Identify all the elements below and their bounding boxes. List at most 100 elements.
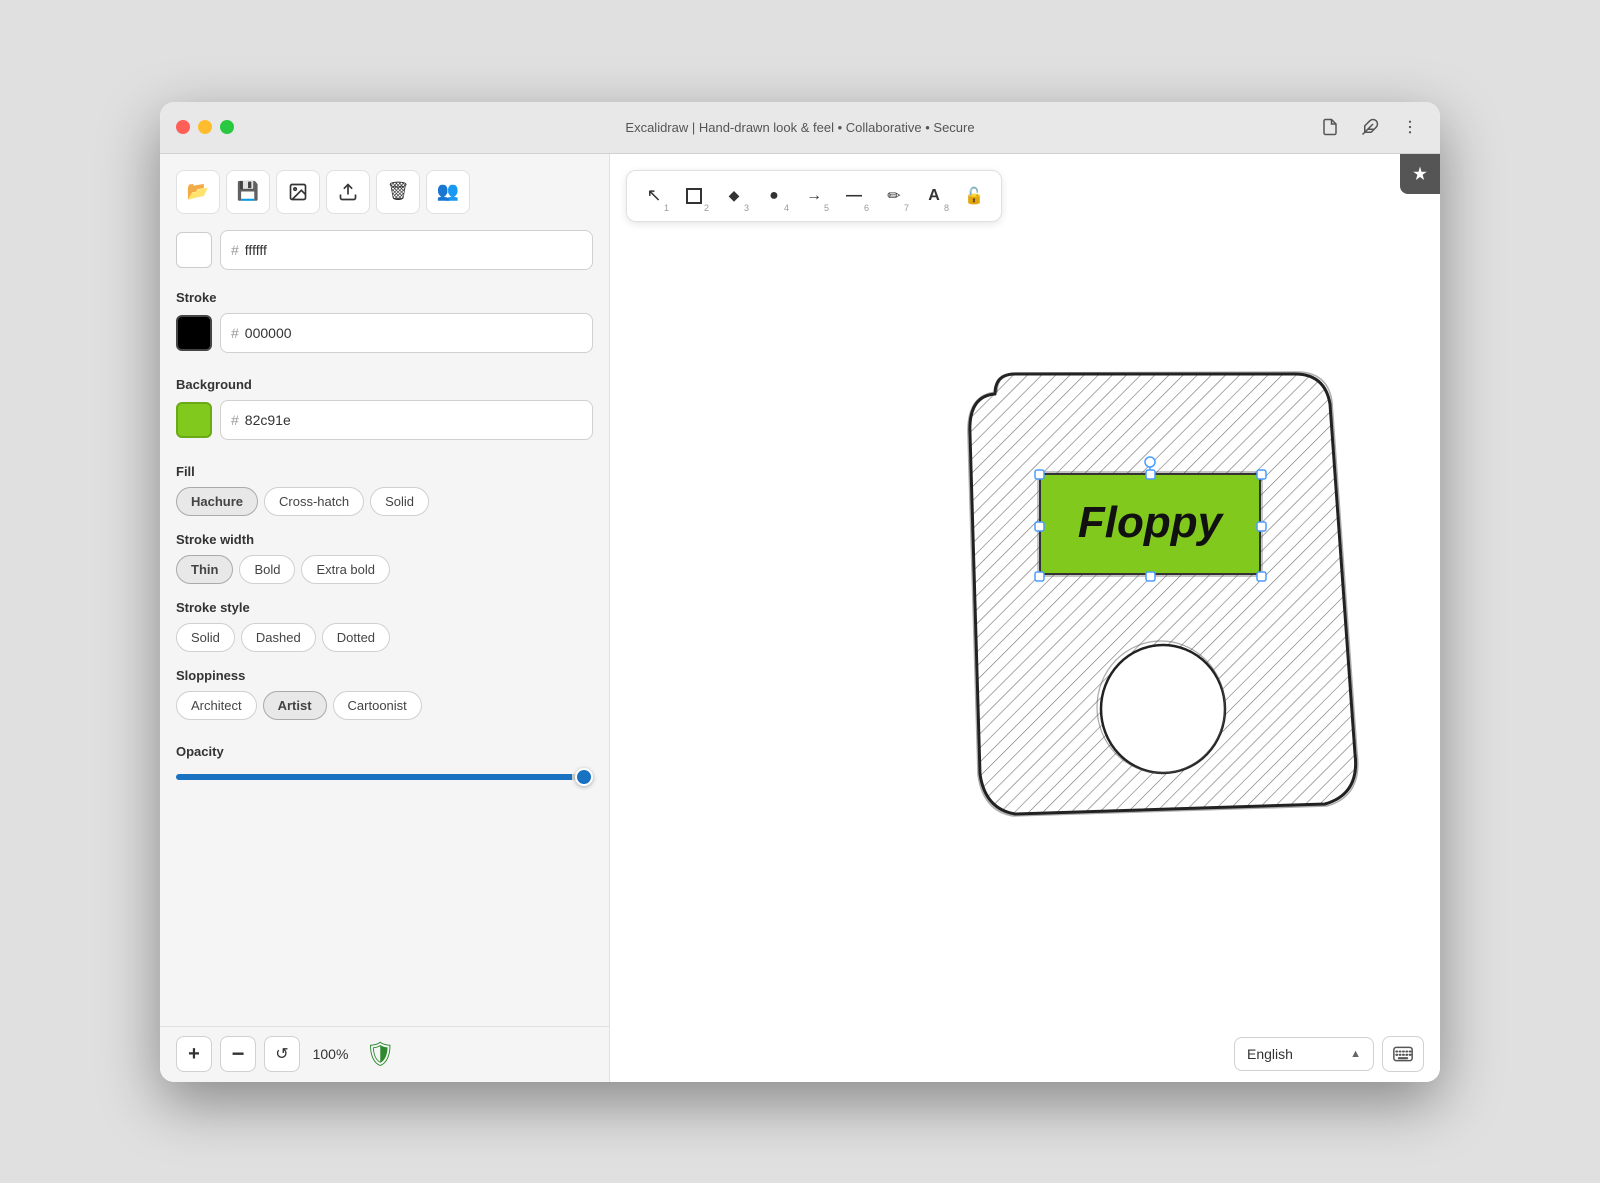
- zoom-level: 100%: [308, 1046, 353, 1062]
- language-label: English: [1247, 1046, 1293, 1062]
- stroke-style-section: Stroke style Solid Dashed Dotted: [176, 600, 593, 652]
- stroke-style-label: Stroke style: [176, 600, 593, 615]
- hex-input-group: #: [220, 230, 593, 270]
- opacity-section: Opacity: [176, 744, 593, 785]
- stroke-width-section: Stroke width Thin Bold Extra bold: [176, 532, 593, 584]
- stroke-dashed-button[interactable]: Dashed: [241, 623, 316, 652]
- close-button[interactable]: [176, 120, 190, 134]
- puzzle-icon[interactable]: [1356, 113, 1384, 141]
- sloppiness-cartoonist-button[interactable]: Cartoonist: [333, 691, 422, 720]
- stroke-label: Stroke: [176, 290, 593, 305]
- select-tool[interactable]: ↖ 1: [635, 177, 673, 215]
- hash-symbol: #: [231, 242, 239, 258]
- chevron-up-icon: ▲: [1350, 1048, 1361, 1060]
- document-icon[interactable]: [1316, 113, 1344, 141]
- corner-pin[interactable]: [1400, 154, 1440, 194]
- stroke-solid-button[interactable]: Solid: [176, 623, 235, 652]
- tool-number-2: 2: [704, 203, 709, 213]
- fill-options: Hachure Cross-hatch Solid: [176, 487, 593, 516]
- background-label: Background: [176, 377, 593, 392]
- stroke-row: #: [176, 313, 593, 353]
- tool-number-1: 1: [664, 203, 669, 213]
- window-title: Excalidraw | Hand-drawn look & feel • Co…: [625, 120, 974, 135]
- stroke-bold-button[interactable]: Bold: [239, 555, 295, 584]
- fill-solid-button[interactable]: Solid: [370, 487, 429, 516]
- stroke-extra-bold-button[interactable]: Extra bold: [301, 555, 390, 584]
- fill-cross-hatch-button[interactable]: Cross-hatch: [264, 487, 364, 516]
- sidebar-bottom-bar: + − ↺ 100% 🛡: [160, 1026, 609, 1082]
- bg-color-swatch-large[interactable]: [176, 402, 212, 438]
- titlebar: Excalidraw | Hand-drawn look & feel • Co…: [160, 102, 1440, 154]
- sloppiness-architect-button[interactable]: Architect: [176, 691, 257, 720]
- keyboard-button[interactable]: [1382, 1036, 1424, 1072]
- bg-color-swatch[interactable]: [176, 232, 212, 268]
- bg-hex-input[interactable]: [245, 412, 582, 428]
- color-input-row: #: [176, 230, 593, 270]
- background-section: Background #: [176, 377, 593, 448]
- canvas-bottom-bar: English ▲: [610, 1026, 1440, 1082]
- tool-number-7: 7: [904, 203, 909, 213]
- hex-input[interactable]: [245, 242, 582, 258]
- tool-number-5: 5: [824, 203, 829, 213]
- svg-text:Floppy: Floppy: [1078, 498, 1225, 547]
- rectangle-tool[interactable]: 2: [675, 177, 713, 215]
- sidebar-toolbar: 📂 💾 🗑 👥: [176, 170, 593, 214]
- delete-button[interactable]: 🗑: [376, 170, 420, 214]
- sloppiness-label: Sloppiness: [176, 668, 593, 683]
- main-content: 📂 💾 🗑 👥: [160, 154, 1440, 1082]
- save-button[interactable]: 💾: [226, 170, 270, 214]
- titlebar-actions: [1316, 113, 1424, 141]
- sidebar: 📂 💾 🗑 👥: [160, 154, 610, 1082]
- tool-number-8: 8: [944, 203, 949, 213]
- pencil-tool[interactable]: ✏ 7: [875, 177, 913, 215]
- stroke-style-options: Solid Dashed Dotted: [176, 623, 593, 652]
- language-selector[interactable]: English ▲: [1234, 1037, 1374, 1071]
- tool-number-4: 4: [784, 203, 789, 213]
- canvas-toolbar: ↖ 1 2 ◆ 3 ● 4 → 5: [626, 170, 1002, 222]
- text-tool[interactable]: A 8: [915, 177, 953, 215]
- zoom-in-button[interactable]: +: [176, 1036, 212, 1072]
- opacity-slider[interactable]: [176, 774, 593, 780]
- stroke-hash: #: [231, 325, 239, 341]
- shield-icon[interactable]: 🛡: [365, 1040, 395, 1069]
- traffic-lights: [176, 120, 234, 134]
- floppy-svg: Floppy: [935, 354, 1385, 834]
- sloppiness-options: Architect Artist Cartoonist: [176, 691, 593, 720]
- canvas-area[interactable]: ↖ 1 2 ◆ 3 ● 4 → 5: [610, 154, 1440, 1082]
- line-tool[interactable]: — 6: [835, 177, 873, 215]
- export-image-button[interactable]: [276, 170, 320, 214]
- lock-tool[interactable]: 🔓: [955, 177, 993, 215]
- stroke-width-label: Stroke width: [176, 532, 593, 547]
- zoom-reset-button[interactable]: ↺: [264, 1036, 300, 1072]
- maximize-button[interactable]: [220, 120, 234, 134]
- stroke-hex-input[interactable]: [245, 325, 582, 341]
- fill-label: Fill: [176, 464, 593, 479]
- bg-hash: #: [231, 412, 239, 428]
- app-window: Excalidraw | Hand-drawn look & feel • Co…: [160, 102, 1440, 1082]
- more-icon[interactable]: [1396, 113, 1424, 141]
- zoom-out-button[interactable]: −: [220, 1036, 256, 1072]
- tool-number-6: 6: [864, 203, 869, 213]
- sloppiness-artist-button[interactable]: Artist: [263, 691, 327, 720]
- stroke-section: Stroke #: [176, 290, 593, 361]
- stroke-thin-button[interactable]: Thin: [176, 555, 233, 584]
- sloppiness-section: Sloppiness Architect Artist Cartoonist: [176, 668, 593, 720]
- fill-hachure-button[interactable]: Hachure: [176, 487, 258, 516]
- collaborate-button[interactable]: 👥: [426, 170, 470, 214]
- canvas-drawing: Floppy: [935, 354, 1385, 834]
- background-row: #: [176, 400, 593, 440]
- stroke-hex-group: #: [220, 313, 593, 353]
- arrow-tool[interactable]: → 5: [795, 177, 833, 215]
- ellipse-tool[interactable]: ● 4: [755, 177, 793, 215]
- tool-number-3: 3: [744, 203, 749, 213]
- stroke-dotted-button[interactable]: Dotted: [322, 623, 390, 652]
- export-button[interactable]: [326, 170, 370, 214]
- fill-section: Fill Hachure Cross-hatch Solid: [176, 464, 593, 516]
- stroke-color-swatch[interactable]: [176, 315, 212, 351]
- open-button[interactable]: 📂: [176, 170, 220, 214]
- diamond-tool[interactable]: ◆ 3: [715, 177, 753, 215]
- minimize-button[interactable]: [198, 120, 212, 134]
- stroke-width-options: Thin Bold Extra bold: [176, 555, 593, 584]
- bg-hex-group: #: [220, 400, 593, 440]
- opacity-label: Opacity: [176, 744, 593, 759]
